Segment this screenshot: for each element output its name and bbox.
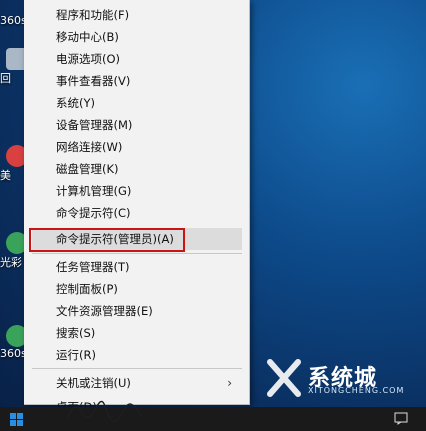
menu-item-command-prompt-admin[interactable]: 命令提示符(管理员)(A)	[32, 228, 242, 250]
menu-item-device-manager[interactable]: 设备管理器(M)	[32, 114, 242, 136]
windows-logo-icon[interactable]	[10, 413, 23, 426]
menu-item-run[interactable]: 运行(R)	[32, 344, 242, 366]
menu-item-mobility-center[interactable]: 移动中心(B)	[32, 26, 242, 48]
action-center-icon[interactable]	[394, 411, 408, 425]
menu-item-command-prompt[interactable]: 命令提示符(C)	[32, 202, 242, 224]
menu-item-disk-management[interactable]: 磁盘管理(K)	[32, 158, 242, 180]
desktop-icon-label: 回	[0, 72, 11, 85]
menu-separator	[32, 253, 242, 254]
menu-item-system[interactable]: 系统(Y)	[32, 92, 242, 114]
watermark-url: XITONGCHENG.COM	[308, 386, 405, 395]
menu-item-shutdown-signout[interactable]: 关机或注销(U) ›	[32, 372, 242, 394]
menu-item-event-viewer[interactable]: 事件查看器(V)	[32, 70, 242, 92]
menu-item-search[interactable]: 搜索(S)	[32, 322, 242, 344]
menu-item-file-explorer[interactable]: 文件资源管理器(E)	[32, 300, 242, 322]
handwriting-scribble	[67, 400, 143, 422]
desktop-icon-label: 360s	[0, 347, 27, 360]
menu-item-network-connections[interactable]: 网络连接(W)	[32, 136, 242, 158]
menu-separator	[32, 368, 242, 369]
desktop-icon-label: 美	[0, 169, 11, 182]
watermark-x-icon	[267, 359, 301, 397]
menu-item-control-panel[interactable]: 控制面板(P)	[32, 278, 242, 300]
winx-context-menu: 程序和功能(F) 移动中心(B) 电源选项(O) 事件查看器(V) 系统(Y) …	[24, 0, 250, 414]
menu-item-computer-management[interactable]: 计算机管理(G)	[32, 180, 242, 202]
desktop-icon-label: 光彩	[0, 256, 22, 269]
chevron-right-icon: ›	[227, 376, 232, 390]
menu-item-programs-features[interactable]: 程序和功能(F)	[32, 4, 242, 26]
menu-item-task-manager[interactable]: 任务管理器(T)	[32, 256, 242, 278]
desktop-icon-label: 360s	[0, 14, 27, 27]
watermark-logo: 系统城 XITONGCHENG.COM	[262, 352, 422, 404]
menu-item-power-options[interactable]: 电源选项(O)	[32, 48, 242, 70]
